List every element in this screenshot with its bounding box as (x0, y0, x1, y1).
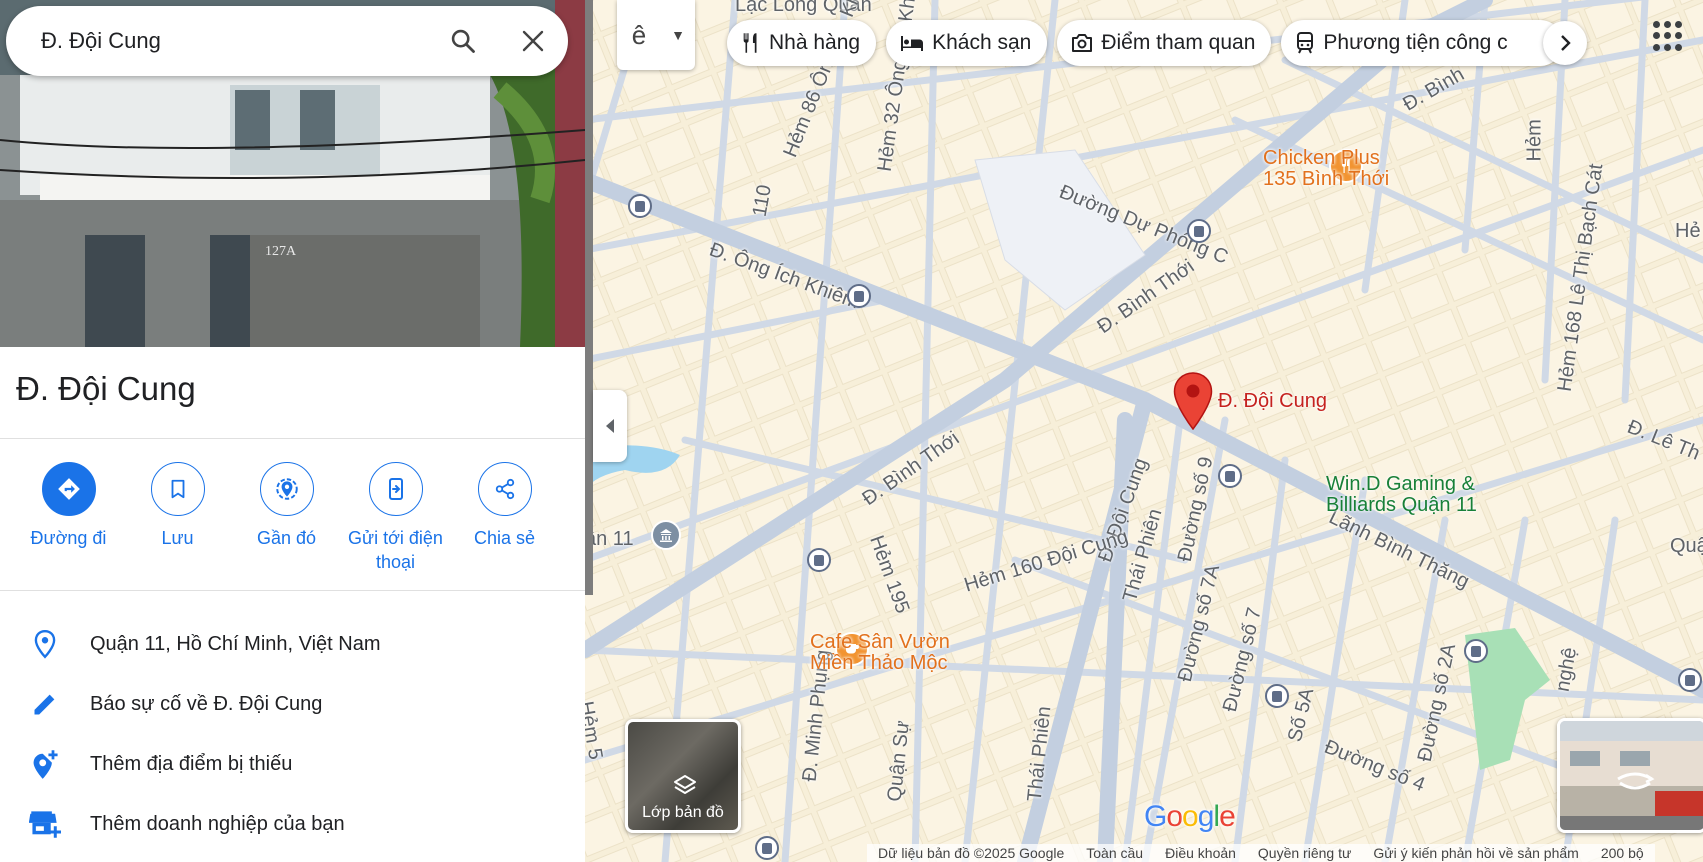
street-label: Quậ (1670, 535, 1703, 557)
place-title: Đ. Đội Cung (16, 370, 196, 407)
add-business-text: Thêm doanh nghiệp của bạn (90, 812, 345, 835)
chip-transit[interactable]: Phương tiện công c (1281, 20, 1564, 66)
add-place-text: Thêm địa điểm bị thiếu (90, 752, 293, 775)
divider (0, 590, 585, 591)
footer-terms-link[interactable]: Điều khoản (1154, 844, 1247, 862)
poi-label[interactable]: Chicken Plus 135 Bình Thới (1263, 148, 1389, 190)
report-issue-text: Báo sự cố về Đ. Đội Cung (90, 692, 323, 715)
map-footer: Dữ liệu bản đồ ©2025 Google Toàn cầu Điề… (867, 844, 1655, 862)
caret-left-icon (606, 419, 614, 433)
search-icon[interactable] (428, 6, 498, 76)
add-business-row[interactable]: Thêm doanh nghiệp của bạn (0, 794, 585, 854)
action-label: Gửi tới điện thoại (348, 528, 443, 572)
poi-label[interactable]: Cafe Sân Vườn Miền Thảo Mộc (810, 632, 950, 674)
action-label: Lưu (161, 528, 194, 548)
report-issue-row[interactable]: Báo sự cố về Đ. Đội Cung (0, 674, 585, 734)
scale-bar[interactable]: 200 bộ (1590, 844, 1655, 862)
apps-grid-icon[interactable] (1653, 21, 1683, 51)
chip-label: Điểm tham quan (1101, 31, 1256, 54)
bus-stop-icon[interactable] (1187, 219, 1211, 243)
share-button[interactable]: Chia sẻ (450, 462, 559, 574)
category-chips: Nhà hàng Khách sạn Điểm tham quan Phương… (727, 20, 1564, 66)
chip-attractions[interactable]: Điểm tham quan (1057, 20, 1272, 66)
bus-stop-icon[interactable] (1678, 668, 1702, 692)
footer-feedback-link[interactable]: Gửi ý kiến phản hồi về sản phẩm (1362, 844, 1590, 862)
nearby-button[interactable]: Gần đó (232, 462, 341, 574)
poi-name: Cafe Sân Vườn Miền Thảo Mộc (810, 631, 950, 674)
close-icon[interactable] (498, 6, 568, 76)
chip-label: Phương tiện công c (1323, 31, 1508, 54)
location-pin-icon (0, 629, 90, 659)
street-label: Hẻ (1675, 220, 1701, 242)
send-to-phone-button[interactable]: Gửi tới điện thoại (341, 462, 450, 574)
bus-stop-icon[interactable] (755, 836, 779, 860)
directions-icon (41, 462, 96, 516)
bus-stop-icon[interactable] (847, 284, 871, 308)
transport-mode-button[interactable]: ê ▼ (617, 0, 695, 70)
layers-button[interactable]: Lớp bản đồ (625, 719, 741, 833)
panel-scrollbar[interactable] (585, 0, 593, 595)
footer-privacy-link[interactable]: Quyền riêng tư (1247, 844, 1362, 862)
mode-glyph: ê (631, 19, 647, 50)
add-location-icon (0, 748, 90, 780)
camera-icon (1071, 33, 1093, 53)
chevron-right-icon[interactable] (1543, 21, 1587, 65)
action-label: Chia sẻ (473, 528, 536, 548)
chevron-down-icon[interactable]: ▼ (661, 27, 695, 43)
bus-stop-icon[interactable] (807, 548, 831, 572)
chip-restaurants[interactable]: Nhà hàng (727, 20, 877, 66)
map-canvas[interactable]: Lạc Long Quân Hẻm 86 Ông Ích Khiêm Hẻm 3… (585, 0, 1703, 862)
chip-hotels[interactable]: Khách sạn (886, 20, 1048, 66)
chip-label: Khách sạn (932, 31, 1032, 54)
action-label: Đường đi (30, 528, 107, 548)
map-data-credit: Dữ liệu bản đồ ©2025 Google (878, 845, 1065, 861)
pin-label: Đ. Đội Cung (1218, 390, 1327, 412)
save-button[interactable]: Lưu (123, 462, 232, 574)
street-view-thumbnail[interactable] (1557, 718, 1703, 833)
address-text: Quận 11, Hồ Chí Minh, Việt Nam (90, 632, 381, 655)
footer-global-link[interactable]: Toàn cầu (1075, 844, 1154, 862)
google-logo: Google (1144, 800, 1236, 833)
bus-stop-icon[interactable] (628, 194, 652, 218)
bus-stop-icon[interactable] (1265, 684, 1289, 708)
divider (0, 438, 585, 439)
share-icon (477, 462, 532, 516)
poi-label[interactable]: Win.D Gaming & Billiards Quận 11 (1326, 474, 1477, 516)
layers-icon (674, 775, 696, 794)
bus-stop-icon[interactable] (1464, 639, 1488, 663)
search-input[interactable]: Đ. Đội Cung (41, 28, 428, 54)
directions-button[interactable]: Đường đi (14, 462, 123, 574)
street-label: Hẻm (1523, 119, 1546, 162)
bus-stop-icon[interactable] (1218, 464, 1242, 488)
museum-icon[interactable] (651, 520, 681, 550)
bookmark-icon (150, 462, 205, 516)
add-business-icon (0, 809, 90, 839)
send-to-phone-icon (368, 462, 423, 516)
train-icon (1295, 32, 1315, 54)
collapse-panel-button[interactable] (593, 390, 627, 462)
fork-knife-icon (741, 32, 761, 54)
chip-label: Nhà hàng (769, 31, 861, 54)
add-place-row[interactable]: Thêm địa điểm bị thiếu (0, 734, 585, 794)
address-row[interactable]: Quận 11, Hồ Chí Minh, Việt Nam (0, 614, 585, 674)
bed-icon (900, 34, 924, 52)
side-panel: 127A Đ. Đội Cung Đ. Đội Cung Đường đi Lư… (0, 0, 585, 862)
action-bar: Đường đi Lưu Gần đó Gửi tới điện thoại C… (0, 462, 585, 574)
action-label: Gần đó (256, 528, 317, 548)
location-pin-marker[interactable] (1173, 372, 1213, 430)
poi-name: Chicken Plus 135 Bình Thới (1263, 147, 1390, 190)
pencil-icon (0, 690, 90, 718)
nearby-icon (259, 462, 314, 516)
layers-label: Lớp bản đồ (642, 804, 724, 821)
photo-sign-text: 127A (265, 244, 297, 259)
search-box[interactable]: Đ. Đội Cung (6, 6, 568, 76)
poi-name: Win.D Gaming & Billiards Quận 11 (1326, 473, 1477, 516)
street-view-image (1560, 721, 1703, 830)
